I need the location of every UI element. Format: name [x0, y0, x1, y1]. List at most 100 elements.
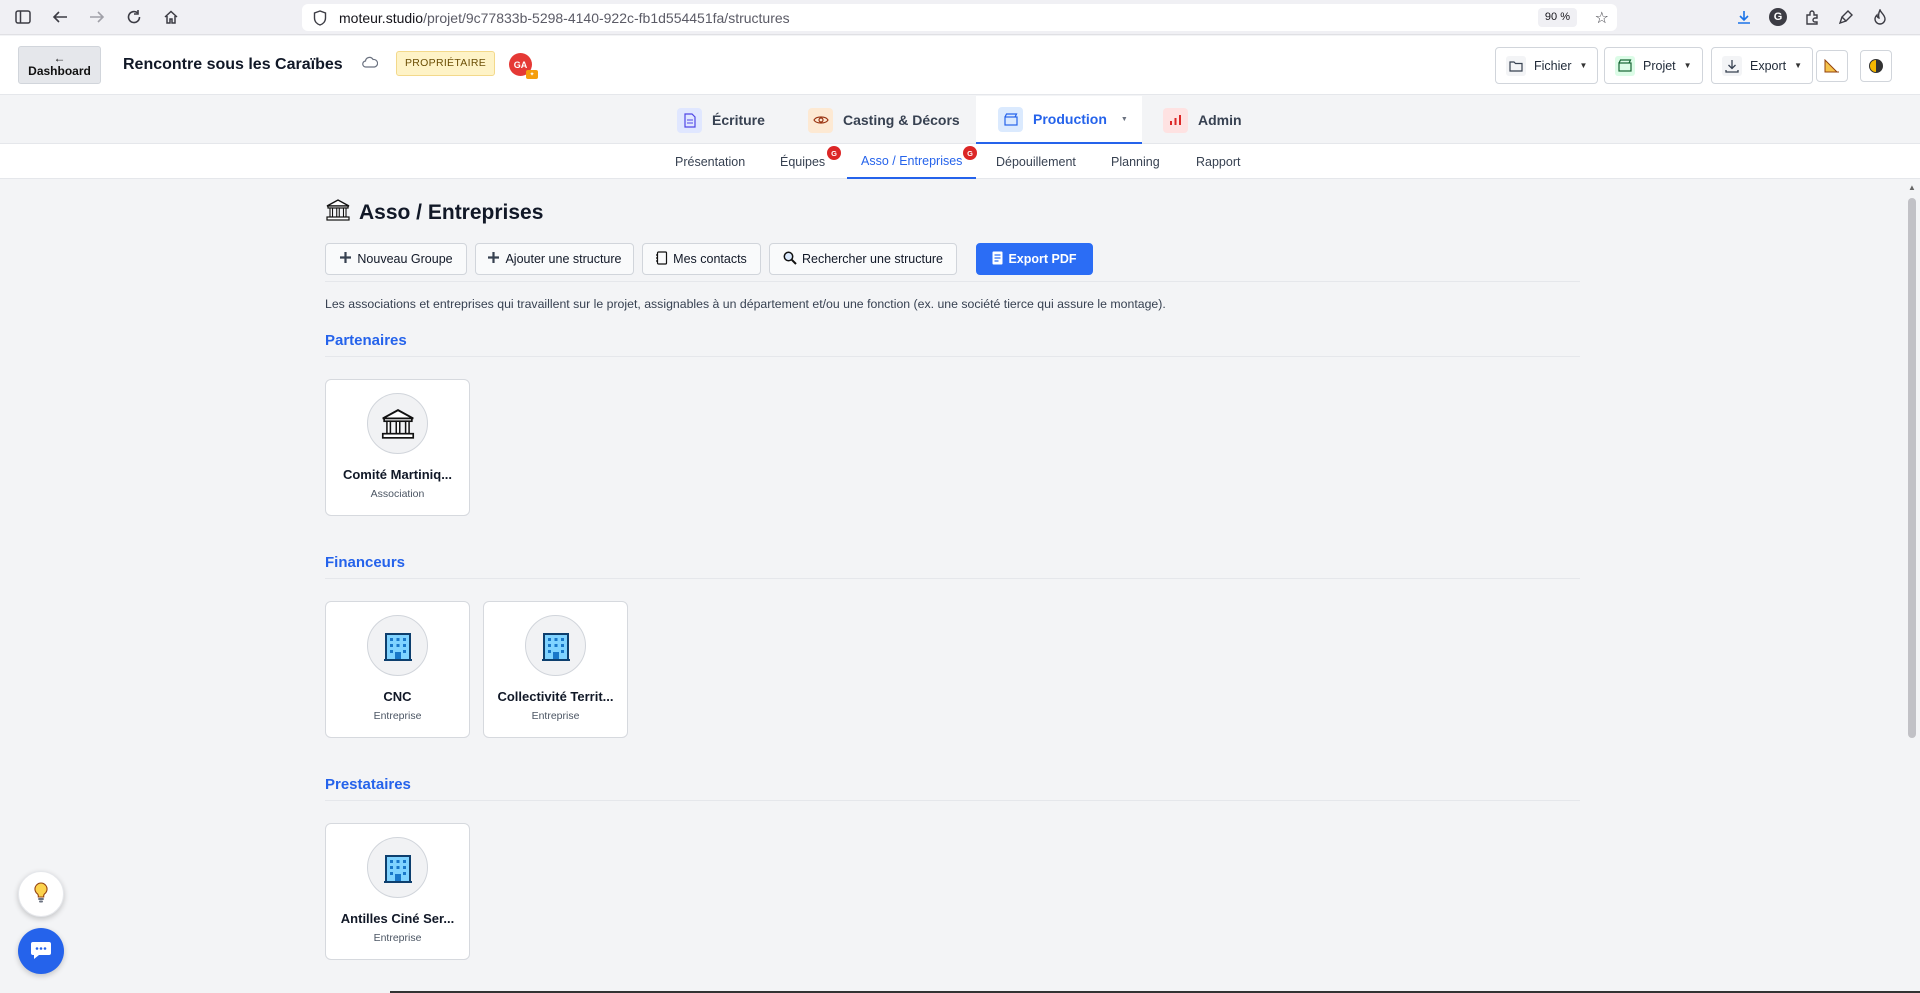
structure-card[interactable]: Antilles Ciné Ser... Entreprise — [325, 823, 470, 960]
dashboard-button[interactable]: ← Dashboard — [18, 46, 101, 84]
tab-ecriture-label: Écriture — [712, 112, 765, 128]
chevron-down-icon: ▼ — [1683, 61, 1692, 70]
bank-icon — [367, 393, 428, 454]
tab-ecriture[interactable]: Écriture — [677, 96, 765, 144]
subtab-equipes-label: Équipes — [780, 154, 826, 169]
structure-type: Association — [370, 488, 425, 500]
fichier-label: Fichier — [1534, 58, 1572, 73]
tab-admin-label: Admin — [1198, 112, 1242, 128]
owner-badge: PROPRIÉTAIRE — [396, 51, 496, 76]
url-text: moteur.studio/projet/9c77833b-5298-4140-… — [339, 10, 790, 26]
tab-casting-decors[interactable]: Casting & Décors — [808, 96, 960, 144]
structure-name: Antilles Ciné Ser... — [340, 911, 455, 926]
add-structure-button[interactable]: Ajouter une structure — [475, 243, 634, 275]
subtab-rapport-label: Rapport — [1196, 154, 1241, 169]
sub-tabs: Présentation Équipes G Asso / Entreprise… — [0, 144, 1920, 179]
sidebar-toggle-icon[interactable] — [13, 7, 33, 27]
subtab-presentation-label: Présentation — [675, 154, 746, 169]
search-structure-button[interactable]: Rechercher une structure — [769, 243, 957, 275]
export-button[interactable]: Export ▼ — [1711, 47, 1814, 84]
browser-nav — [13, 7, 181, 27]
notification-badge: G — [963, 146, 977, 160]
brush-icon[interactable] — [1836, 7, 1856, 27]
new-group-label: Nouveau Groupe — [357, 252, 453, 266]
export-label: Export — [1750, 58, 1787, 73]
forward-icon[interactable] — [87, 7, 107, 27]
plus-icon — [487, 251, 500, 267]
structure-type: Entreprise — [373, 710, 422, 722]
subtab-rapport[interactable]: Rapport — [1196, 144, 1240, 179]
address-bar[interactable]: moteur.studio/projet/9c77833b-5298-4140-… — [302, 4, 1617, 31]
user-avatar[interactable]: GA ✦ — [509, 53, 538, 79]
add-structure-label: Ajouter une structure — [505, 252, 622, 266]
cloud-icon — [362, 56, 379, 70]
structure-name: Collectivité Territ... — [497, 689, 614, 704]
back-icon[interactable] — [50, 7, 70, 27]
page-title-text: Asso / Entreprises — [359, 201, 544, 224]
export-pdf-button[interactable]: Export PDF — [976, 243, 1093, 275]
extensions-icon[interactable] — [1802, 7, 1822, 27]
flame-icon[interactable] — [1870, 7, 1890, 27]
module-tabs: Écriture Casting & Décors Production ▼ A… — [0, 96, 1920, 144]
tab-admin[interactable]: Admin — [1163, 96, 1242, 144]
group-title[interactable]: Partenaires — [325, 332, 407, 349]
url-host: moteur.studio — [339, 9, 424, 26]
scroll-up-icon[interactable]: ▲ — [1908, 183, 1916, 192]
document-icon — [677, 107, 702, 133]
chevron-down-icon: ▼ — [1794, 61, 1803, 70]
zoom-level[interactable]: 90 % — [1537, 8, 1577, 27]
profile-initial: G — [1769, 8, 1787, 26]
bar-chart-icon — [1163, 107, 1188, 133]
tips-button[interactable] — [18, 871, 64, 917]
subtab-depouillement[interactable]: Dépouillement — [996, 144, 1076, 179]
export-download-icon — [1722, 55, 1742, 76]
project-title: Rencontre sous les Caraïbes — [123, 56, 343, 73]
profile-icon[interactable]: G — [1768, 7, 1788, 27]
my-contacts-button[interactable]: Mes contacts — [642, 243, 761, 275]
download-icon[interactable] — [1734, 7, 1754, 27]
shield-icon[interactable] — [311, 9, 329, 27]
group-divider — [325, 356, 1580, 357]
group-title[interactable]: Financeurs — [325, 554, 405, 571]
reload-icon[interactable] — [124, 7, 144, 27]
subtab-planning-label: Planning — [1111, 154, 1160, 169]
group-divider — [325, 578, 1580, 579]
subtab-asso-label: Asso / Entreprises — [861, 153, 963, 168]
subtab-equipes[interactable]: Équipes G — [780, 144, 841, 179]
structure-card[interactable]: CNC Entreprise — [325, 601, 470, 738]
office-building-icon — [367, 837, 428, 898]
chevron-down-icon: ▼ — [1579, 61, 1588, 70]
page-scrollbar[interactable]: ▲ — [1904, 179, 1920, 993]
chat-bubble-icon — [30, 940, 52, 963]
clapperboard-icon — [998, 106, 1023, 132]
page-title: Asso / Entreprises — [325, 198, 543, 228]
chat-button[interactable] — [18, 928, 64, 974]
new-group-button[interactable]: Nouveau Groupe — [325, 243, 467, 275]
tab-production-label: Production — [1033, 111, 1107, 127]
structure-card[interactable]: Comité Martiniq... Association — [325, 379, 470, 516]
scroll-thumb[interactable] — [1908, 198, 1916, 738]
ruler-triangle-icon[interactable] — [1816, 50, 1848, 82]
fichier-button[interactable]: Fichier ▼ — [1495, 47, 1599, 84]
subtab-depouillement-label: Dépouillement — [996, 154, 1076, 169]
tab-production[interactable]: Production ▼ — [976, 96, 1142, 144]
url-path: /projet/9c77833b-5298-4140-922c-fb1d5544… — [423, 9, 790, 26]
app-header: ← Dashboard Rencontre sous les Caraïbes … — [0, 36, 1920, 95]
home-icon[interactable] — [161, 7, 181, 27]
projet-button[interactable]: Projet ▼ — [1604, 47, 1703, 84]
theme-toggle-icon[interactable] — [1860, 50, 1892, 82]
subtab-planning[interactable]: Planning — [1111, 144, 1160, 179]
lightbulb-icon — [33, 881, 49, 907]
subtab-presentation[interactable]: Présentation — [675, 144, 745, 179]
structure-name: Comité Martiniq... — [342, 467, 453, 482]
browser-toolbar: moteur.studio/projet/9c77833b-5298-4140-… — [0, 0, 1920, 35]
bookmark-star-icon[interactable]: ☆ — [1595, 8, 1609, 28]
avatar-badge-icon: ✦ — [526, 70, 538, 79]
subtab-asso-entreprises[interactable]: Asso / Entreprises G — [847, 144, 977, 179]
dashboard-label: Dashboard — [28, 64, 91, 78]
eye-icon — [808, 107, 833, 133]
structure-type: Entreprise — [531, 710, 580, 722]
structure-card[interactable]: Collectivité Territ... Entreprise — [483, 601, 628, 738]
group-title[interactable]: Prestataires — [325, 776, 411, 793]
structure-type: Entreprise — [373, 932, 422, 944]
